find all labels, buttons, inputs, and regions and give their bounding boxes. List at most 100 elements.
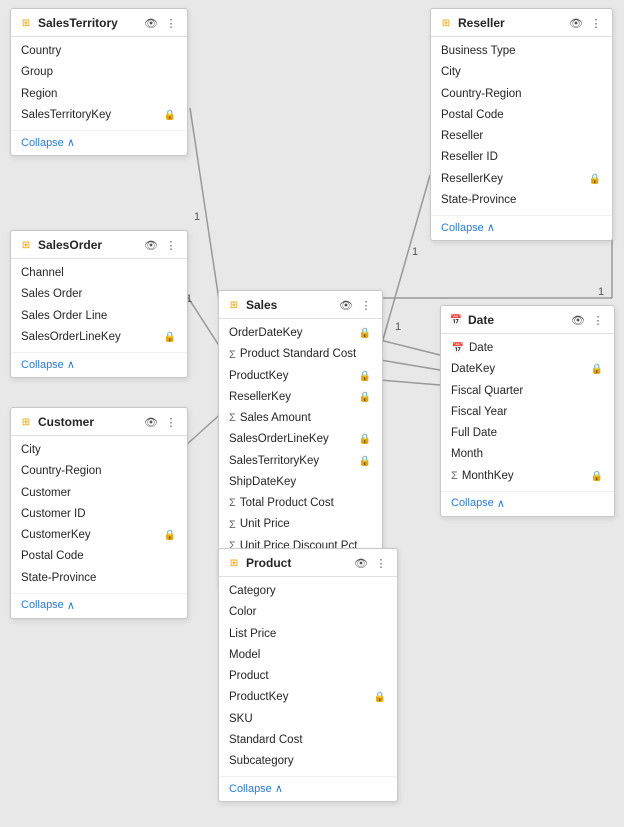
hidden-icon: 🔒 (358, 369, 372, 384)
field-row: Σ Unit Price (219, 514, 382, 535)
reseller-header: ⊞ Reseller 👁 ⋮ (431, 9, 612, 37)
product-more-btn[interactable]: ⋮ (373, 555, 389, 571)
field-row: Sales Order (11, 284, 187, 305)
customer-collapse[interactable]: Collapse ∧ (11, 593, 187, 618)
reseller-fields: Business Type City Country-Region Postal… (431, 37, 612, 213)
field-row: Fiscal Quarter (441, 381, 614, 402)
hidden-icon: 🔒 (358, 390, 372, 405)
field-row: Product (219, 666, 397, 687)
field-row: Subcategory (219, 751, 397, 772)
date-title: Date (468, 313, 565, 327)
customer-more-btn[interactable]: ⋮ (163, 414, 179, 430)
reseller-eye-btn[interactable]: 👁 (568, 15, 584, 31)
salesterritory-eye-btn[interactable]: 👁 (143, 15, 159, 31)
table-customer: ⊞ Customer 👁 ⋮ City Country-Region Custo… (10, 407, 188, 619)
customer-eye-btn[interactable]: 👁 (143, 414, 159, 430)
product-icon: ⊞ (227, 556, 241, 570)
svg-text:1: 1 (395, 321, 401, 333)
field-row: Category (219, 581, 397, 602)
field-row: State-Province (11, 568, 187, 589)
table-sales: ⊞ Sales 👁 ⋮ OrderDateKey 🔒 Σ Product Sta… (218, 290, 383, 587)
svg-text:1: 1 (598, 286, 604, 298)
field-row: Month (441, 444, 614, 465)
salesterritory-collapse[interactable]: Collapse ∧ (11, 130, 187, 155)
field-row: CustomerKey 🔒 (11, 525, 187, 546)
sales-header: ⊞ Sales 👁 ⋮ (219, 291, 382, 319)
reseller-more-btn[interactable]: ⋮ (588, 15, 604, 31)
diagram-canvas: 1 1 1 1 • 1 * 1 1 1 ⊞ SalesTerritory (0, 0, 624, 827)
sigma-icon: Σ (229, 495, 236, 512)
sales-icon: ⊞ (227, 298, 241, 312)
field-row: ShipDateKey (219, 472, 382, 493)
field-row: Σ Total Product Cost (219, 493, 382, 514)
field-row: Country-Region (431, 84, 612, 105)
field-row: Reseller (431, 126, 612, 147)
salesorder-header: ⊞ SalesOrder 👁 ⋮ (11, 231, 187, 259)
salesorder-icon: ⊞ (19, 238, 33, 252)
sales-more-btn[interactable]: ⋮ (358, 297, 374, 313)
hidden-icon: 🔒 (358, 454, 372, 469)
date-eye-btn[interactable]: 👁 (570, 312, 586, 328)
table-date: 📅 Date 👁 ⋮ 📅 Date DateKey 🔒 Fiscal Quart… (440, 305, 615, 517)
table-salesterritory: ⊞ SalesTerritory 👁 ⋮ Country Group Regio… (10, 8, 188, 156)
date-collapse[interactable]: Collapse ∧ (441, 491, 614, 516)
field-row: Region (11, 84, 187, 105)
field-row: Country-Region (11, 461, 187, 482)
field-row: ProductKey 🔒 (219, 366, 382, 387)
field-row: Σ Sales Amount (219, 408, 382, 429)
salesorder-more-btn[interactable]: ⋮ (163, 237, 179, 253)
field-row: OrderDateKey 🔒 (219, 323, 382, 344)
hidden-icon: 🔒 (590, 362, 604, 377)
salesterritory-fields: Country Group Region SalesTerritoryKey 🔒 (11, 37, 187, 128)
salesorder-fields: Channel Sales Order Sales Order Line Sal… (11, 259, 187, 350)
field-row: Sales Order Line (11, 306, 187, 327)
field-row: SKU (219, 709, 397, 730)
product-eye-btn[interactable]: 👁 (353, 555, 369, 571)
salesorder-title: SalesOrder (38, 238, 138, 252)
hidden-icon: 🔒 (373, 690, 387, 705)
calendar-field-icon: 📅 (451, 341, 465, 356)
field-row: Σ Product Standard Cost (219, 344, 382, 365)
field-row: Postal Code (431, 105, 612, 126)
salesterritory-more-btn[interactable]: ⋮ (163, 15, 179, 31)
svg-text:1: 1 (194, 211, 200, 223)
date-more-btn[interactable]: ⋮ (590, 312, 606, 328)
customer-title: Customer (38, 415, 138, 429)
date-icon: 📅 (449, 313, 463, 327)
field-row: Reseller ID (431, 147, 612, 168)
date-header: 📅 Date 👁 ⋮ (441, 306, 614, 334)
customer-icon: ⊞ (19, 415, 33, 429)
product-collapse[interactable]: Collapse ∧ (219, 776, 397, 801)
field-row: List Price (219, 624, 397, 645)
salesterritory-title: SalesTerritory (38, 16, 138, 30)
field-row: Country (11, 41, 187, 62)
hidden-icon: 🔒 (590, 469, 604, 484)
field-row: SalesTerritoryKey 🔒 (11, 105, 187, 126)
product-fields: Category Color List Price Model Product … (219, 577, 397, 774)
svg-text:1: 1 (412, 246, 418, 258)
field-row: Fiscal Year (441, 402, 614, 423)
sales-fields: OrderDateKey 🔒 Σ Product Standard Cost P… (219, 319, 382, 559)
sales-eye-btn[interactable]: 👁 (338, 297, 354, 313)
reseller-title: Reseller (458, 16, 563, 30)
field-row: Group (11, 62, 187, 83)
field-row: Customer (11, 483, 187, 504)
sigma-icon: Σ (451, 468, 458, 485)
field-row: Standard Cost (219, 730, 397, 751)
salesorder-collapse[interactable]: Collapse ∧ (11, 352, 187, 377)
hidden-icon: 🔒 (163, 330, 177, 345)
field-row: Channel (11, 263, 187, 284)
hidden-icon: 🔒 (588, 172, 602, 187)
sigma-icon: Σ (229, 410, 236, 427)
table-salesorder: ⊞ SalesOrder 👁 ⋮ Channel Sales Order Sal… (10, 230, 188, 378)
hidden-icon: 🔒 (163, 108, 177, 123)
field-row: SalesTerritoryKey 🔒 (219, 451, 382, 472)
field-row: Model (219, 645, 397, 666)
reseller-collapse[interactable]: Collapse ∧ (431, 215, 612, 240)
salesorder-eye-btn[interactable]: 👁 (143, 237, 159, 253)
field-row: 📅 Date (441, 338, 614, 359)
salesterritory-header: ⊞ SalesTerritory 👁 ⋮ (11, 9, 187, 37)
field-row: DateKey 🔒 (441, 359, 614, 380)
field-row: ProductKey 🔒 (219, 687, 397, 708)
field-row: Postal Code (11, 546, 187, 567)
